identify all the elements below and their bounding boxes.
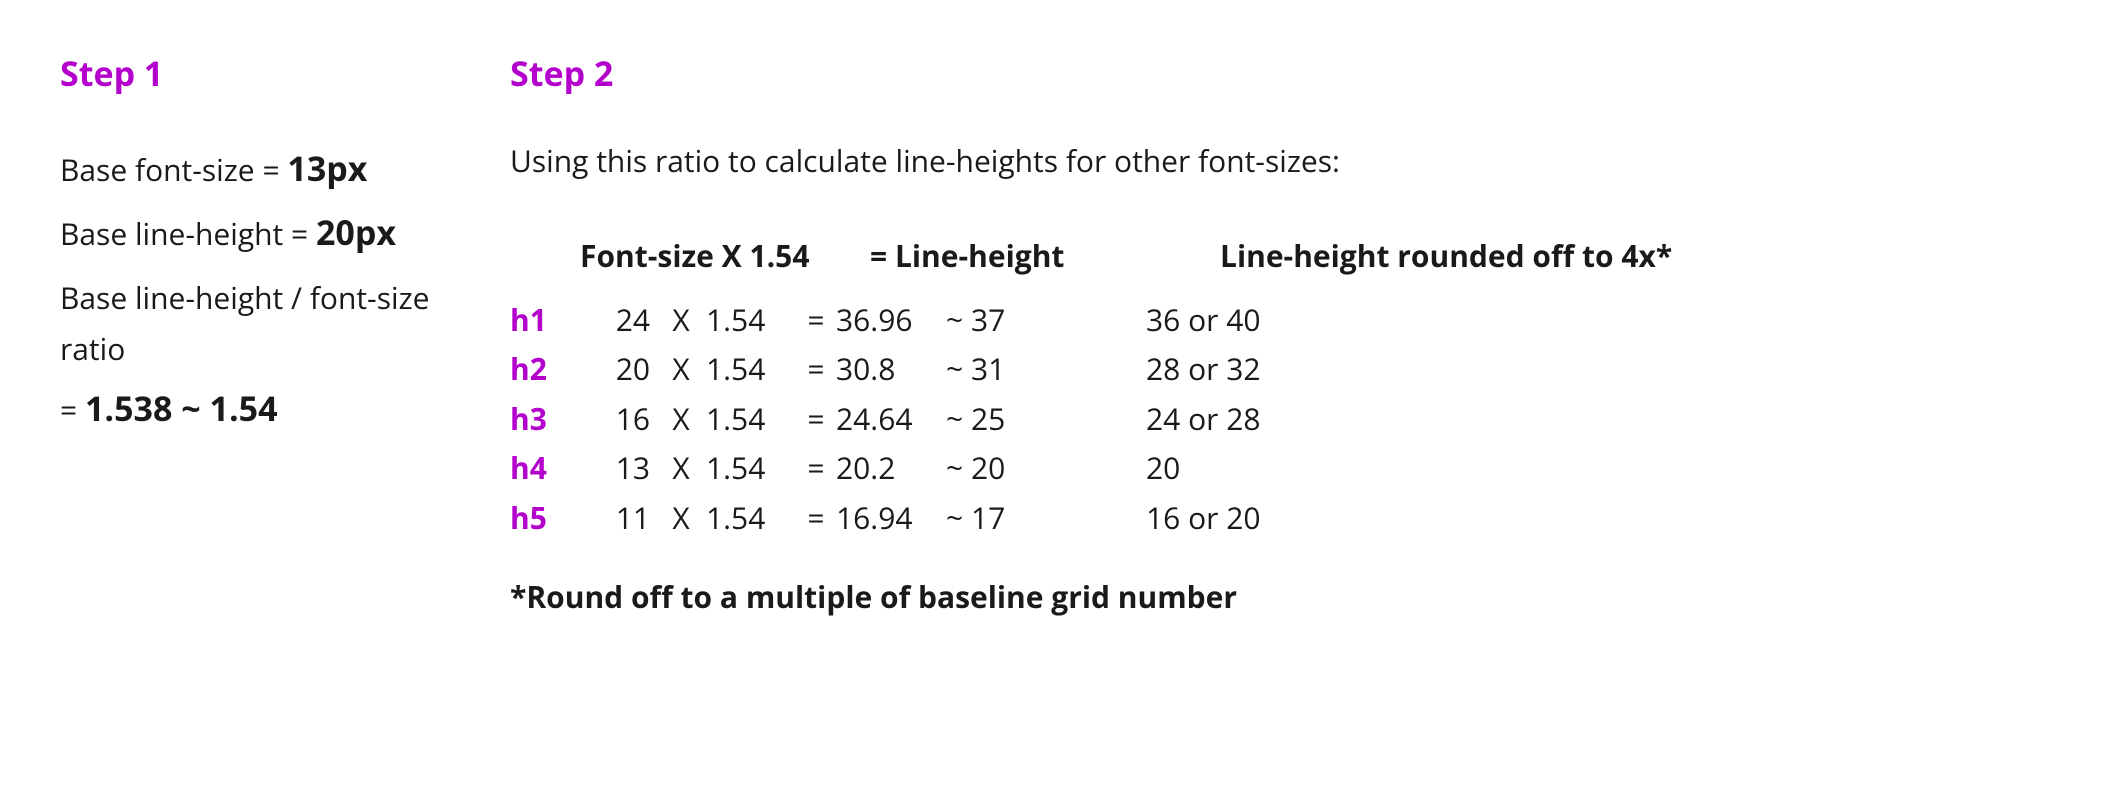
table-body: h124X1.54=36.96~ 3736 or 40h220X1.54=30.… xyxy=(510,295,2052,543)
step1-title: Step 1 xyxy=(60,50,480,96)
row-approx: ~ 17 xyxy=(946,493,1056,543)
footnote: *Round off to a multiple of baseline gri… xyxy=(510,576,2052,617)
step1-column: Step 1 Base font-size = 13px Base line-h… xyxy=(60,50,510,443)
row-rounded: 36 or 40 xyxy=(1146,295,1606,345)
row-multiplier: 1.54 xyxy=(706,394,796,444)
row-tag: h1 xyxy=(510,295,580,345)
row-approx: ~ 31 xyxy=(946,344,1056,394)
header-lineheight: = Line-height xyxy=(870,231,1130,281)
row-multiply-symbol: X xyxy=(656,295,706,345)
table-row: h220X1.54=30.8~ 31 28 or 32 xyxy=(510,344,2052,394)
base-font-value: 13px xyxy=(287,145,367,191)
base-font-label: Base font-size = xyxy=(60,149,287,190)
lineheight-table: Font-size X 1.54 = Line-height Line-heig… xyxy=(510,231,2052,542)
row-product: 20.2 xyxy=(836,443,946,493)
row-equals: = xyxy=(796,493,836,543)
row-product: 36.96 xyxy=(836,295,946,345)
row-fontsize: 16 xyxy=(580,394,656,444)
table-row: h511X1.54=16.94~ 17 16 or 20 xyxy=(510,493,2052,543)
row-fontsize: 13 xyxy=(580,443,656,493)
row-approx: ~ 25 xyxy=(946,394,1056,444)
table-row: h316X1.54=24.64~ 25 24 or 28 xyxy=(510,394,2052,444)
row-multiply-symbol: X xyxy=(656,443,706,493)
table-row: h413X1.54=20.2~ 20 20 xyxy=(510,443,2052,493)
row-approx: ~ 37 xyxy=(946,295,1056,345)
row-product: 24.64 xyxy=(836,394,946,444)
row-product: 16.94 xyxy=(836,493,946,543)
row-fontsize: 11 xyxy=(580,493,656,543)
row-rounded: 20 xyxy=(1146,443,1606,493)
table-row: h124X1.54=36.96~ 37 36 or 40 xyxy=(510,295,2052,345)
row-multiplier: 1.54 xyxy=(706,443,796,493)
row-multiplier: 1.54 xyxy=(706,344,796,394)
ratio-prefix: = xyxy=(60,389,85,430)
step2-column: Step 2 Using this ratio to calculate lin… xyxy=(510,50,2052,617)
row-fontsize: 20 xyxy=(580,344,656,394)
row-tag: h3 xyxy=(510,394,580,444)
row-equals: = xyxy=(796,344,836,394)
row-product: 30.8 xyxy=(836,344,946,394)
base-font-line: Base font-size = 13px xyxy=(60,140,480,198)
row-multiply-symbol: X xyxy=(656,493,706,543)
header-rounded: Line-height rounded off to 4x* xyxy=(1220,231,1680,281)
row-fontsize: 24 xyxy=(580,295,656,345)
ratio-label: Base line-height / font-size ratio xyxy=(60,272,480,374)
row-multiply-symbol: X xyxy=(656,394,706,444)
row-approx: ~ 20 xyxy=(946,443,1056,493)
row-tag: h5 xyxy=(510,493,580,543)
step2-description: Using this ratio to calculate line-heigh… xyxy=(510,140,2052,181)
ratio-value: 1.538 ~ 1.54 xyxy=(85,385,278,431)
table-header-row: Font-size X 1.54 = Line-height Line-heig… xyxy=(510,231,2052,281)
row-equals: = xyxy=(796,443,836,493)
row-rounded: 28 or 32 xyxy=(1146,344,1606,394)
row-multiplier: 1.54 xyxy=(706,295,796,345)
row-rounded: 16 or 20 xyxy=(1146,493,1606,543)
row-tag: h4 xyxy=(510,443,580,493)
ratio-value-line: = 1.538 ~ 1.54 xyxy=(60,380,480,438)
step2-title: Step 2 xyxy=(510,50,2052,96)
row-equals: = xyxy=(796,295,836,345)
row-tag: h2 xyxy=(510,344,580,394)
page: Step 1 Base font-size = 13px Base line-h… xyxy=(0,0,2112,808)
base-lineheight-line: Base line-height = 20px xyxy=(60,204,480,262)
row-multiply-symbol: X xyxy=(656,344,706,394)
header-fontsize: Font-size X 1.54 xyxy=(580,231,870,281)
base-lineheight-value: 20px xyxy=(316,209,396,255)
base-lineheight-label: Base line-height = xyxy=(60,213,316,254)
row-rounded: 24 or 28 xyxy=(1146,394,1606,444)
row-multiplier: 1.54 xyxy=(706,493,796,543)
row-equals: = xyxy=(796,394,836,444)
